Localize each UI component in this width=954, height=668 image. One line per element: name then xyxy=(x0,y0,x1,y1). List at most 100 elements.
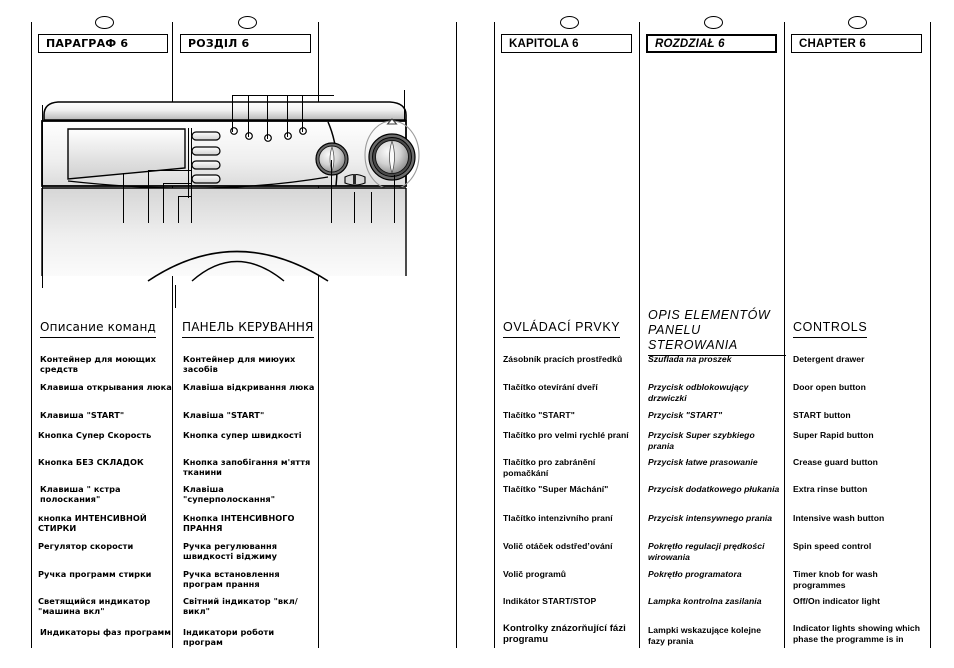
section-heading-cz-label: OVLÁDACÍ PRVKY xyxy=(503,320,621,334)
control-label: Volič programů xyxy=(503,569,567,579)
leader-indicator-b xyxy=(371,192,372,223)
control-item-en-2: START button xyxy=(793,410,927,421)
leader-button-1-h xyxy=(148,170,191,171)
control-label: Przycisk odblokowujący drzwiczki xyxy=(648,382,749,403)
control-item-ru-4: Кнопка БЕЗ СКЛАДОК xyxy=(38,457,172,467)
control-label: Przycisk "START" xyxy=(648,410,723,420)
leader-button-1-v xyxy=(148,170,149,223)
control-label: START button xyxy=(793,410,851,420)
option-button-2[interactable] xyxy=(191,146,221,156)
control-label: Timer knob for wash programmes xyxy=(793,569,878,590)
leader-button-rail-b xyxy=(191,128,192,198)
control-label: кнопка ИНТЕНСИВНОЙ СТИРКИ xyxy=(38,513,147,533)
chapter-title-cz-label: KAPITOLA 6 xyxy=(509,37,579,50)
control-label: Indikátor START/STOP xyxy=(503,596,597,606)
control-item-ua-1: Клавіша відкривання люка xyxy=(183,382,315,392)
control-item-ru-1: Клавиша открывания люка xyxy=(40,382,172,392)
control-label: Клавіша відкривання люка xyxy=(183,382,315,392)
option-button-1[interactable] xyxy=(191,131,221,141)
leader-top-5 xyxy=(302,95,303,132)
leader-top-4 xyxy=(287,95,288,137)
control-item-en-9: Off/On indicator light xyxy=(793,596,927,607)
phase-indicator-lamp-5 xyxy=(299,127,307,135)
chapter-title-ua: РОЗДІЛ 6 xyxy=(180,34,311,53)
control-label: Spin speed control xyxy=(793,541,872,551)
leader-button-3-h xyxy=(178,196,191,197)
leader-door xyxy=(175,285,176,308)
control-item-ua-5: Клавіша "суперполоскання" xyxy=(183,484,317,504)
chapter-title-ua-label: РОЗДІЛ 6 xyxy=(188,37,250,50)
control-label: Клавіша "суперполоскання" xyxy=(183,484,276,504)
column-rule-cz-pl xyxy=(639,22,640,648)
section-heading-ua: ПАНЕЛЬ КЕРУВАННЯ xyxy=(182,320,314,338)
control-item-pl-4: Przycisk łatwe prasowanie xyxy=(648,457,782,468)
leader-drawer xyxy=(123,173,124,223)
control-label: Клавиша " кстра полоскания" xyxy=(40,484,121,504)
control-item-ru-0: Контейнер для моющих средств xyxy=(40,354,168,374)
chapter-title-ru-label: ПАРАГРАФ 6 xyxy=(46,37,129,50)
control-item-cz-9: Indikátor START/STOP xyxy=(503,596,635,607)
control-label: Tlačítko otevírání dveří xyxy=(503,382,598,392)
control-label: Клавиша открывания люка xyxy=(40,382,172,392)
spin-speed-knob[interactable] xyxy=(315,142,349,176)
control-label: Indicator lights showing which phase the… xyxy=(793,623,921,644)
control-item-en-10: Indicator lights showing which phase the… xyxy=(793,623,929,644)
leader-indicator-a xyxy=(354,192,355,223)
control-label: Lampka kontrolna zasilania xyxy=(648,596,762,606)
control-item-ru-6: кнопка ИНТЕНСИВНОЙ СТИРКИ xyxy=(38,513,172,533)
section-heading-pl-label: OPIS ELEMENTÓW PANELU STEROWANIA xyxy=(648,308,771,352)
control-label: Przycisk Super szybkiego prania xyxy=(648,430,755,451)
chapter-title-en-label: CHAPTER 6 xyxy=(799,37,866,50)
section-heading-pl: OPIS ELEMENTÓW PANELU STEROWANIA xyxy=(648,308,786,356)
control-label: Регулятор скорости xyxy=(38,541,134,551)
control-item-ru-2: Клавиша "START" xyxy=(40,410,172,420)
control-label: Volič otáček odstřed’ování xyxy=(503,541,613,551)
control-item-cz-7: Volič otáček odstřed’ování xyxy=(503,541,637,552)
control-item-en-5: Extra rinse button xyxy=(793,484,927,495)
control-label: Кнопка запобігання м'яття тканини xyxy=(183,457,311,477)
column-rule-right-outer xyxy=(930,22,931,648)
section-heading-en: CONTROLS xyxy=(793,320,868,338)
control-item-ua-10: Індикатори роботи програм xyxy=(183,627,315,647)
bullet-icon-pl xyxy=(704,16,723,29)
control-label: Ручка программ стирки xyxy=(38,569,152,579)
control-item-pl-5: Przycisk dodatkowego płukania xyxy=(648,484,780,495)
leader-button-3-v xyxy=(178,196,179,223)
section-heading-ru: Описание команд xyxy=(40,320,157,338)
control-label: Ручка регулювання швидкості віджиму xyxy=(183,541,278,561)
control-item-cz-10: Kontrolky znázorňující fázi programu xyxy=(503,623,637,645)
control-item-ru-9: Светящийся индикатор "машина вкл" xyxy=(38,596,168,616)
control-label: Lampki wskazujące kolejne fazy prania xyxy=(648,625,762,646)
control-label: Світний індикатор "вкл/викл" xyxy=(183,596,298,616)
section-heading-ua-label: ПАНЕЛЬ КЕРУВАННЯ xyxy=(182,320,314,334)
control-item-ru-5: Клавиша " кстра полоскания" xyxy=(40,484,172,504)
control-item-ru-8: Ручка программ стирки xyxy=(38,569,172,579)
control-label: Intensive wash button xyxy=(793,513,885,523)
leader-top-2 xyxy=(248,95,249,137)
control-item-cz-3: Tlačítko pro velmi rychlé praní xyxy=(503,430,637,441)
leader-top-timer xyxy=(404,90,405,120)
control-item-cz-1: Tlačítko otevírání dveří xyxy=(503,382,635,393)
control-label: Off/On indicator light xyxy=(793,596,881,606)
option-button-3[interactable] xyxy=(191,160,221,170)
control-item-pl-2: Przycisk "START" xyxy=(648,410,780,421)
section-heading-en-label: CONTROLS xyxy=(793,320,868,334)
option-button-4[interactable] xyxy=(191,174,221,184)
control-item-ru-3: Кнопка Супер Скорость xyxy=(38,430,172,440)
control-item-pl-1: Przycisk odblokowujący drzwiczki xyxy=(648,382,780,403)
control-item-en-1: Door open button xyxy=(793,382,927,393)
control-item-en-6: Intensive wash button xyxy=(793,513,927,524)
control-label: Extra rinse button xyxy=(793,484,868,494)
control-label: Zásobník pracích prostředků xyxy=(503,354,623,364)
control-item-ua-3: Кнопка супер швидкості xyxy=(183,430,315,440)
control-label: Клавиша "START" xyxy=(40,410,125,420)
control-label: Кнопка БЕЗ СКЛАДОК xyxy=(38,457,144,467)
chapter-title-en: CHAPTER 6 xyxy=(791,34,922,53)
control-label: Клавіша "START" xyxy=(183,410,265,420)
machine-lid xyxy=(43,101,407,121)
control-label: Tlačítko "START" xyxy=(503,410,575,420)
phase-indicator-lamp-4 xyxy=(284,132,292,140)
leader-button-4-v xyxy=(191,198,192,223)
phase-indicator-lamp-2 xyxy=(245,132,253,140)
control-item-cz-8: Volič programů xyxy=(503,569,635,580)
